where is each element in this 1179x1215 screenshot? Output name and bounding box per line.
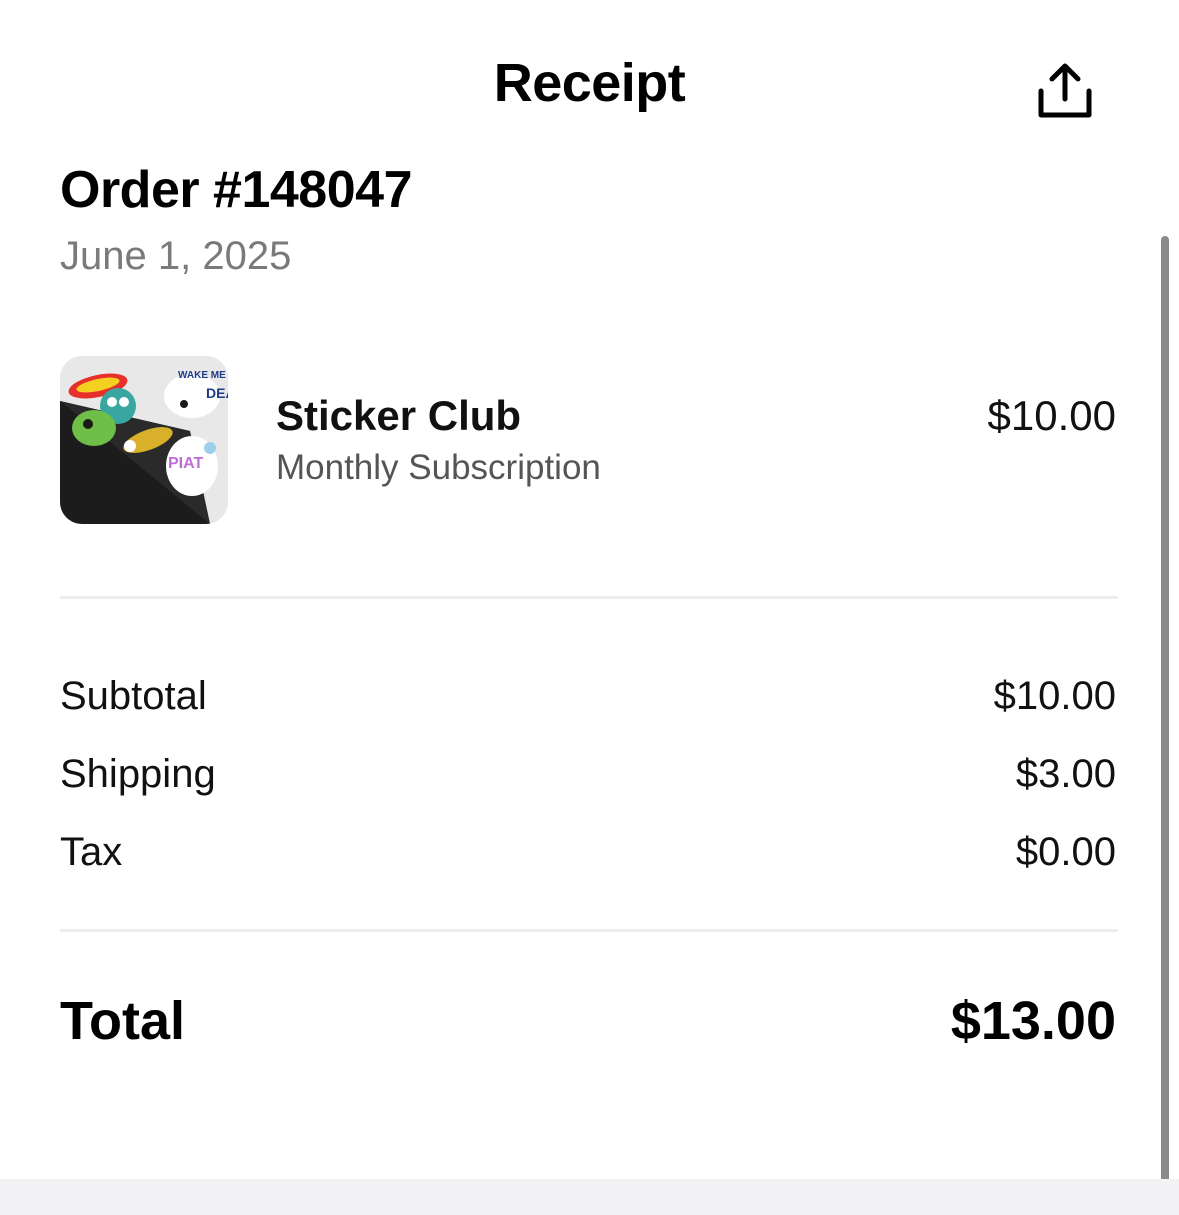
tax-value: $0.00 [1015,830,1116,874]
share-button[interactable] [1030,56,1100,122]
total-label: Total [60,991,185,1051]
item-subtitle: Monthly Subscription [276,448,601,487]
item-price: $10.00 [987,392,1116,439]
item-name: Sticker Club [276,392,522,439]
scrollbar[interactable] [1161,236,1169,1215]
sticker-pack-image: WAKE ME DEA PIAT [60,356,228,524]
tax-row: Tax $0.00 [60,830,1116,880]
divider [60,596,1118,599]
svg-text:WAKE ME: WAKE ME [178,370,226,381]
subtotal-row: Subtotal $10.00 [60,674,1116,724]
total-row: Total $13.00 [60,990,1116,1054]
bottom-bar [0,1179,1179,1215]
item-thumbnail: WAKE ME DEA PIAT [60,356,228,524]
order-item[interactable]: WAKE ME DEA PIAT Sticker Club Monthly Su… [60,356,1116,526]
subtotal-value: $10.00 [993,674,1116,718]
svg-text:PIAT: PIAT [168,455,203,472]
shipping-row: Shipping $3.00 [60,752,1116,802]
subtotal-label: Subtotal [60,674,207,718]
tax-label: Tax [60,830,123,874]
total-value: $13.00 [950,991,1116,1051]
page-title: Receipt [493,53,686,113]
receipt-screen: Receipt Order #148047 June 1, 2025 WAKE … [0,0,1179,1215]
svg-text:DEA: DEA [206,385,228,401]
shipping-value: $3.00 [1015,752,1116,796]
order-date: June 1, 2025 [60,234,292,278]
share-icon [1038,63,1092,118]
shipping-label: Shipping [60,752,216,796]
order-number: Order #148047 [60,161,413,219]
divider [60,929,1118,932]
